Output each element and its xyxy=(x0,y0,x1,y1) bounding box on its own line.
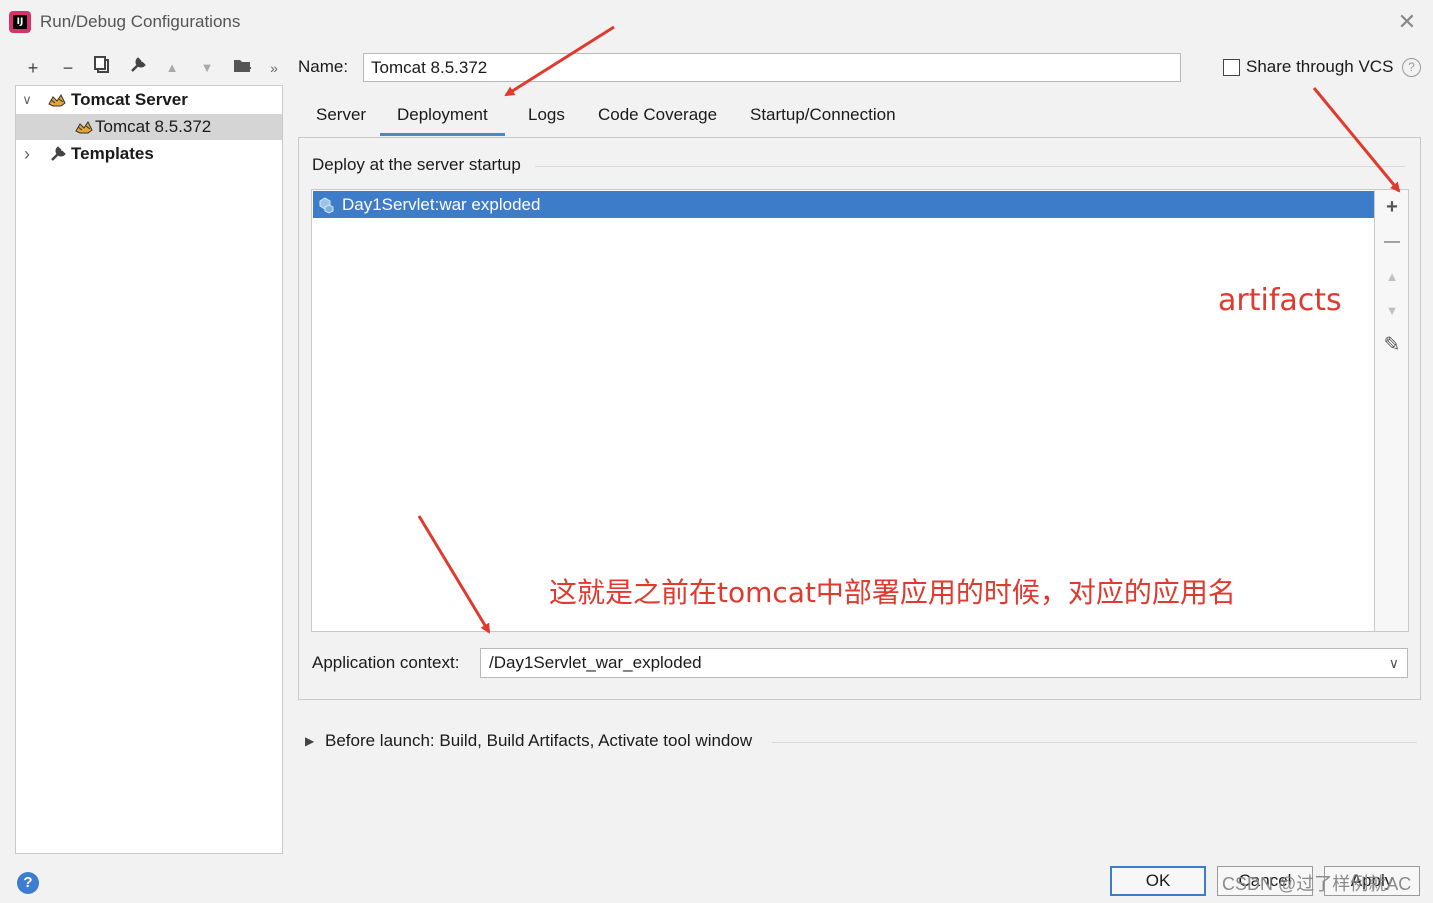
configuration-tree[interactable]: ∨ Tomcat Server Tomcat 8.5.372 › Templat… xyxy=(15,85,283,854)
watermark: CSDN @过了样例就AC xyxy=(1222,874,1412,894)
section-title: Deploy at the server startup xyxy=(312,155,521,174)
add-configuration-button[interactable]: + xyxy=(21,56,45,80)
remove-configuration-button[interactable]: − xyxy=(56,56,80,80)
artifact-icon xyxy=(319,197,334,214)
move-up-button[interactable]: ▲ xyxy=(160,56,184,80)
chevron-right-icon[interactable]: › xyxy=(20,141,34,167)
deployment-side-toolbar: + — ▲ ▼ ✎ xyxy=(1375,189,1409,632)
tab-startup-connection[interactable]: Startup/Connection xyxy=(733,104,913,136)
chevron-down-icon[interactable]: ∨ xyxy=(20,87,34,113)
list-item-label: Day1Servlet:war exploded xyxy=(342,195,541,214)
name-label: Name: xyxy=(298,57,349,76)
share-vcs-label[interactable]: Share through VCS xyxy=(1246,57,1393,77)
move-down-button[interactable]: ▼ xyxy=(1380,299,1404,323)
ok-button[interactable]: OK xyxy=(1110,866,1206,896)
help-button[interactable]: ? xyxy=(17,872,39,894)
edit-defaults-button[interactable] xyxy=(126,56,150,80)
copy-icon xyxy=(94,56,109,73)
app-context-label: Application context: xyxy=(312,653,460,672)
name-input[interactable]: Tomcat 8.5.372 xyxy=(363,53,1181,82)
close-icon[interactable]: ✕ xyxy=(1395,10,1419,34)
tree-item-tomcat-server[interactable]: ∨ Tomcat Server xyxy=(16,87,282,113)
window-title: Run/Debug Configurations xyxy=(40,12,241,31)
annotation-note: 这就是之前在tomcat中部署应用的时候，对应的应用名 xyxy=(549,576,1236,609)
tree-item-templates[interactable]: › Templates xyxy=(16,141,282,167)
copy-configuration-button[interactable] xyxy=(90,56,114,80)
tomcat-icon xyxy=(48,94,66,107)
expand-triangle-icon[interactable]: ▶ xyxy=(305,734,314,748)
app-icon-text: IJ xyxy=(13,15,27,29)
wrench-icon xyxy=(51,146,66,161)
help-icon[interactable]: ? xyxy=(1402,58,1421,77)
add-artifact-button[interactable]: + xyxy=(1380,195,1404,219)
before-launch-label[interactable]: Before launch: Build, Build Artifacts, A… xyxy=(325,731,752,751)
tab-server[interactable]: Server xyxy=(299,104,383,136)
share-vcs-checkbox[interactable] xyxy=(1223,59,1240,76)
remove-artifact-button[interactable]: — xyxy=(1380,230,1404,254)
tab-deployment[interactable]: Deployment xyxy=(380,104,505,136)
tab-code-coverage[interactable]: Code Coverage xyxy=(581,104,734,136)
chevron-down-icon[interactable]: ∨ xyxy=(1389,649,1399,677)
move-to-folder-button[interactable] xyxy=(230,56,254,80)
move-up-button[interactable]: ▲ xyxy=(1380,265,1404,289)
annotation-artifacts: artifacts xyxy=(1218,283,1342,318)
section-divider xyxy=(535,166,1405,167)
tree-item-tomcat-config[interactable]: Tomcat 8.5.372 xyxy=(16,114,282,140)
wrench-icon xyxy=(131,57,146,72)
tomcat-icon xyxy=(75,121,93,134)
more-actions-button[interactable]: » xyxy=(262,56,286,80)
edit-artifact-button[interactable]: ✎ xyxy=(1380,333,1404,357)
app-context-value: /Day1Servlet_war_exploded xyxy=(489,653,702,672)
deployment-list[interactable]: Day1Servlet:war exploded xyxy=(311,189,1375,632)
before-launch-divider xyxy=(772,742,1417,743)
tree-item-label: Tomcat Server xyxy=(71,90,188,109)
tab-logs[interactable]: Logs xyxy=(511,104,582,136)
tree-item-label: Tomcat 8.5.372 xyxy=(95,117,212,136)
tree-item-label: Templates xyxy=(71,144,154,163)
list-item[interactable]: Day1Servlet:war exploded xyxy=(313,191,1374,218)
folder-icon xyxy=(234,60,251,72)
app-context-combo[interactable]: /Day1Servlet_war_exploded ∨ xyxy=(480,648,1408,678)
move-down-button[interactable]: ▼ xyxy=(195,56,219,80)
intellij-app-icon: IJ xyxy=(9,11,31,33)
